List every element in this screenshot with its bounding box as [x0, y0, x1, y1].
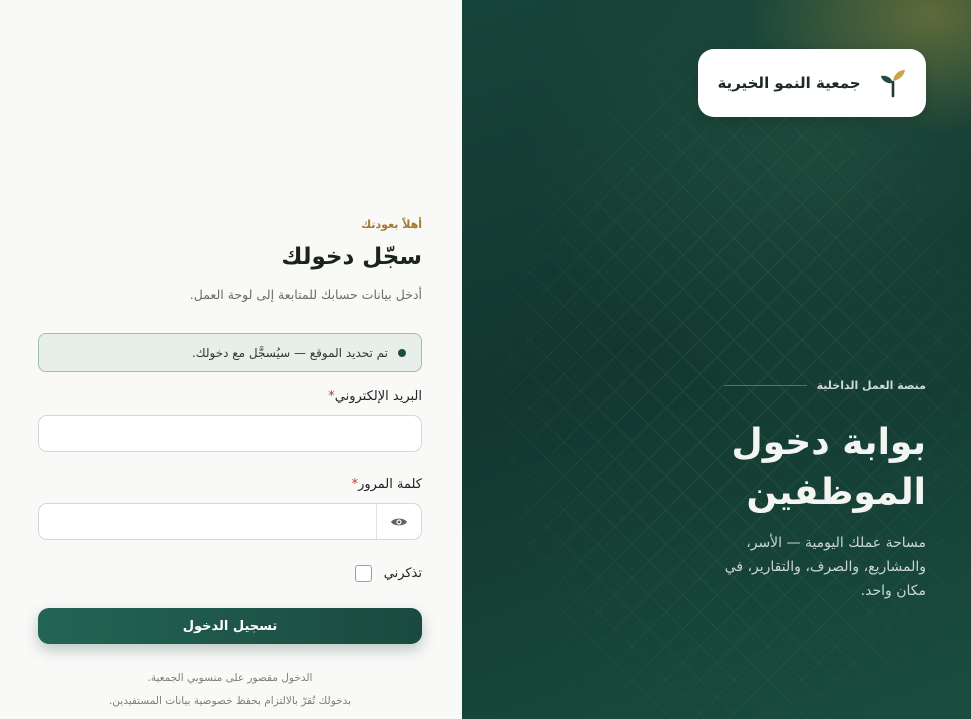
hero-title-line-2: الموظفين [746, 472, 926, 513]
form-title: سجّل دخولك [281, 244, 422, 270]
email-label-text: البريد الإلكتروني [334, 389, 422, 404]
welcome-text: أهلاً بعودتك [361, 218, 422, 231]
remember-me[interactable]: تذكرني [354, 565, 422, 582]
password-label: كلمة المرور* [352, 477, 422, 492]
privacy-note: بدخولك تُقرّ بالالتزام بحفظ خصوصية بيانا… [108, 695, 352, 707]
hero-description: مساحة عملك اليومية — الأسر، والمشاريع، و… [724, 535, 926, 599]
org-name: جمعية النمو الخيرية [717, 74, 861, 92]
email-label: البريد الإلكتروني* [328, 389, 422, 404]
platform-eyebrow: منصة العمل الداخلية [724, 379, 926, 392]
status-dot-icon [398, 348, 406, 357]
sprout-icon [880, 70, 905, 98]
hero-title: بوابة دخول الموظفين [662, 418, 926, 518]
location-notice: تم تحديد الموقع — سيُسجَّل مع دخولك. [38, 333, 422, 372]
login-button[interactable]: تسجيل الدخول [38, 608, 422, 644]
eyebrow-text: منصة العمل الداخلية [816, 379, 926, 392]
remember-label: تذكرني [383, 566, 422, 581]
access-note: الدخول مقصور على منسوبي الجمعية. [147, 672, 313, 684]
show-password-button[interactable] [376, 504, 421, 539]
password-input[interactable] [39, 504, 376, 539]
hero-title-line-1: بوابة دخول [731, 422, 926, 463]
eye-icon [391, 518, 407, 525]
password-label-text: كلمة المرور [358, 477, 422, 492]
remember-checkbox[interactable] [354, 565, 372, 582]
brand-panel: جمعية النمو الخيرية منصة العمل الداخلية … [462, 0, 971, 719]
eyebrow-divider [724, 385, 807, 386]
notice-text: تم تحديد الموقع — سيُسجَّل مع دخولك. [191, 345, 388, 360]
logo-card[interactable]: جمعية النمو الخيرية [698, 49, 926, 117]
password-field [38, 503, 422, 540]
email-input[interactable] [38, 415, 422, 452]
form-subtitle: أدخل بيانات حسابك للمتابعة إلى لوحة العم… [189, 287, 422, 302]
